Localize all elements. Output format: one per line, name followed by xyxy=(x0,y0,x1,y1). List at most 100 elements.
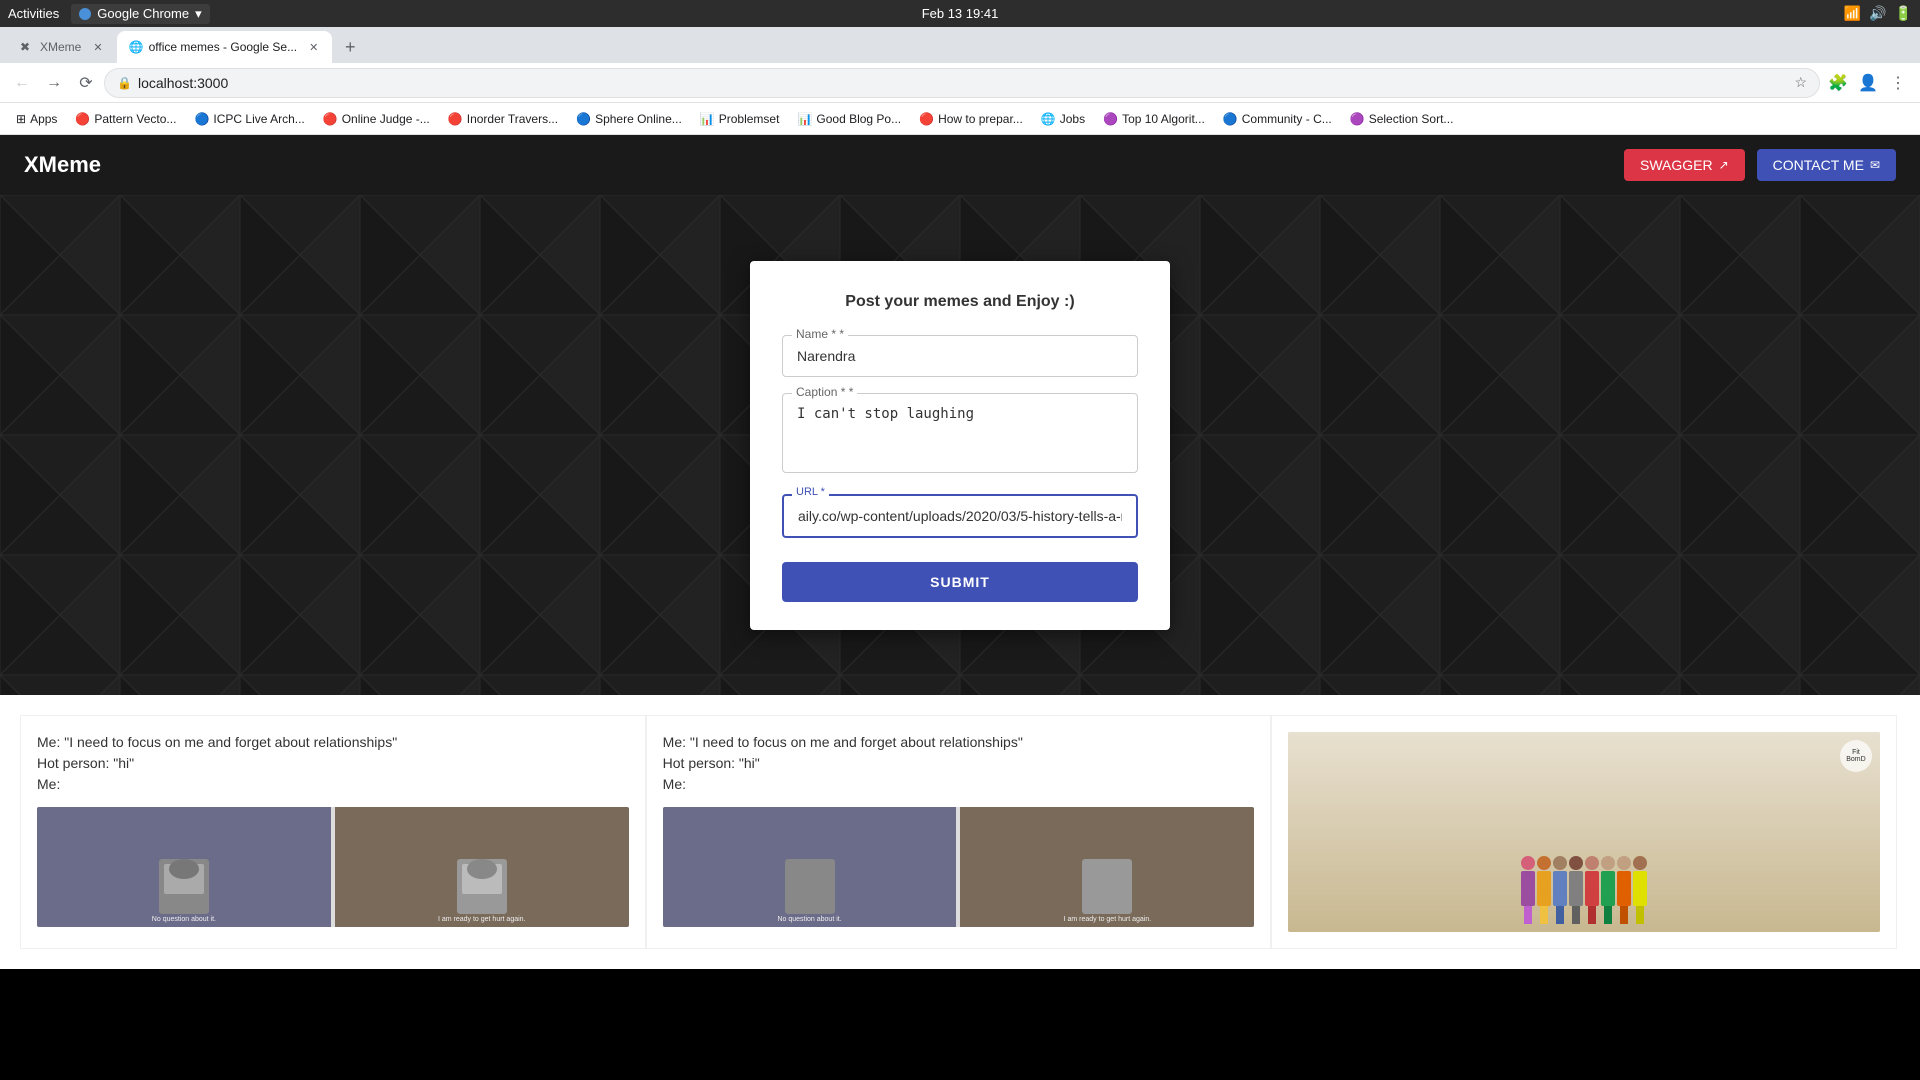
form-title: Post your memes and Enjoy :) xyxy=(782,293,1138,311)
tab-xmeme-title: XMeme xyxy=(40,40,81,54)
chrome-dot xyxy=(79,8,91,20)
bookmark-online-judge[interactable]: 🔴 Online Judge -... xyxy=(315,108,438,130)
meme-card: Me: "I need to focus on me and forget ab… xyxy=(646,715,1272,949)
bookmark-top10[interactable]: 🟣 Top 10 Algorit... xyxy=(1095,108,1213,130)
bookmark-selection-favicon: 🟣 xyxy=(1350,112,1365,126)
os-app-name: Google Chrome xyxy=(97,6,189,21)
os-activities[interactable]: Activities xyxy=(8,6,59,21)
caption-input[interactable]: I can't stop laughing xyxy=(782,393,1138,473)
url-label: URL * xyxy=(792,486,829,498)
bookmark-sphere-favicon: 🔵 xyxy=(576,112,591,126)
bookmark-goodblog[interactable]: 📊 Good Blog Po... xyxy=(789,108,909,130)
browser-tabs-bar: ✖ XMeme ✕ 🌐 office memes - Google Se... … xyxy=(0,27,1920,63)
bookmark-gb-favicon: 📊 xyxy=(797,112,812,126)
bookmark-community-label: Community - C... xyxy=(1242,112,1332,126)
memes-section: Me: "I need to focus on me and forget ab… xyxy=(0,695,1920,969)
network-icon: 📶 xyxy=(1844,5,1861,22)
new-tab-button[interactable]: + xyxy=(336,33,364,61)
bookmark-community[interactable]: 🔵 Community - C... xyxy=(1215,108,1340,130)
meme-text: Me: "I need to focus on me and forget ab… xyxy=(663,732,1255,795)
form-card: Post your memes and Enjoy :) Name * Capt… xyxy=(750,261,1170,630)
os-bar: Activities Google Chrome ▾ Feb 13 19:41 … xyxy=(0,0,1920,27)
volume-icon: 🔊 xyxy=(1869,5,1886,22)
bookmark-inorder-favicon: 🔴 xyxy=(448,112,463,126)
contact-button[interactable]: CONTACT ME ✉ xyxy=(1757,149,1896,181)
address-text: localhost:3000 xyxy=(138,75,1788,91)
name-field-group: Name * xyxy=(782,335,1138,377)
submit-button[interactable]: SUBMIT xyxy=(782,562,1138,602)
swagger-button[interactable]: SWAGGER ↗ xyxy=(1624,149,1745,181)
forward-button[interactable]: → xyxy=(40,69,68,97)
bookmark-sphere[interactable]: 🔵 Sphere Online... xyxy=(568,108,690,130)
lock-icon: 🔒 xyxy=(117,76,132,90)
app-logo[interactable]: XMeme xyxy=(24,152,101,178)
tab-xmeme-close[interactable]: ✕ xyxy=(91,39,104,56)
extensions-button[interactable]: 🧩 xyxy=(1824,69,1852,97)
bookmark-apps[interactable]: ⊞ Apps xyxy=(8,108,65,130)
bookmark-ps-label: Problemset xyxy=(719,112,780,126)
browser-toolbar: ← → ⟳ 🔒 localhost:3000 ☆ 🧩 👤 ⋮ xyxy=(0,63,1920,103)
os-datetime: Feb 13 19:41 xyxy=(922,6,999,21)
meme-image: Fit BomD xyxy=(1288,732,1880,932)
header-buttons: SWAGGER ↗ CONTACT ME ✉ xyxy=(1624,149,1896,181)
bookmark-oj-label: Online Judge -... xyxy=(342,112,430,126)
bookmark-howto[interactable]: 🔴 How to prepar... xyxy=(911,108,1031,130)
bookmark-howto-favicon: 🔴 xyxy=(919,112,934,126)
email-icon: ✉ xyxy=(1870,158,1880,172)
bookmark-selection-label: Selection Sort... xyxy=(1369,112,1454,126)
reload-button[interactable]: ⟳ xyxy=(72,69,100,97)
meme-text: Me: "I need to focus on me and forget ab… xyxy=(37,732,629,795)
os-status-icons: 📶 🔊 🔋 xyxy=(1844,5,1912,22)
bookmark-inorder[interactable]: 🔴 Inorder Travers... xyxy=(440,108,566,130)
bookmark-oj-favicon: 🔴 xyxy=(323,112,338,126)
main-bg-section: Post your memes and Enjoy :) Name * Capt… xyxy=(0,195,1920,695)
profile-button[interactable]: 👤 xyxy=(1854,69,1882,97)
bookmark-top10-favicon: 🟣 xyxy=(1103,112,1118,126)
tab-google-title: office memes - Google Se... xyxy=(149,40,298,54)
address-bar[interactable]: 🔒 localhost:3000 ☆ xyxy=(104,68,1820,98)
meme-image: No question about it. I am ready to get … xyxy=(37,807,629,927)
tab-google-favicon: 🌐 xyxy=(129,40,143,54)
caption-field-group: Caption * I can't stop laughing xyxy=(782,393,1138,478)
bookmark-sphere-label: Sphere Online... xyxy=(595,112,682,126)
bookmark-pattern[interactable]: 🔴 Pattern Vecto... xyxy=(67,108,184,130)
bookmark-pattern-favicon: 🔴 xyxy=(75,112,90,126)
tab-xmeme[interactable]: ✖ XMeme ✕ xyxy=(8,31,117,63)
menu-button[interactable]: ⋮ xyxy=(1884,69,1912,97)
bookmark-top10-label: Top 10 Algorit... xyxy=(1122,112,1205,126)
bookmark-selection[interactable]: 🟣 Selection Sort... xyxy=(1342,108,1462,130)
bookmarks-bar: ⊞ Apps 🔴 Pattern Vecto... 🔵 ICPC Live Ar… xyxy=(0,103,1920,135)
os-dropdown-icon: ▾ xyxy=(195,6,202,22)
meme-card: Me: "I need to focus on me and forget ab… xyxy=(20,715,646,949)
name-input[interactable] xyxy=(782,335,1138,377)
bookmark-icpc[interactable]: 🔵 ICPC Live Arch... xyxy=(186,108,312,130)
back-button[interactable]: ← xyxy=(8,69,36,97)
bookmark-community-favicon: 🔵 xyxy=(1223,112,1238,126)
bookmark-apps-label: Apps xyxy=(30,112,57,126)
meme-image: No question about it. I am ready to get … xyxy=(663,807,1255,927)
bookmark-gb-label: Good Blog Po... xyxy=(816,112,901,126)
url-field-group: URL * xyxy=(782,494,1138,538)
tab-google-close[interactable]: ✕ xyxy=(307,39,320,56)
bookmark-ps-favicon: 📊 xyxy=(700,112,715,126)
tab-xmeme-favicon: ✖ xyxy=(20,40,34,54)
os-chrome-tab-indicator: Google Chrome ▾ xyxy=(71,4,209,24)
app-header: XMeme SWAGGER ↗ CONTACT ME ✉ xyxy=(0,135,1920,195)
url-input[interactable] xyxy=(782,494,1138,538)
bookmark-problemset[interactable]: 📊 Problemset xyxy=(692,108,788,130)
bookmark-pattern-label: Pattern Vecto... xyxy=(94,112,176,126)
tab-google[interactable]: 🌐 office memes - Google Se... ✕ xyxy=(117,31,333,63)
name-label: Name * xyxy=(792,327,848,341)
watermark-badge: Fit BomD xyxy=(1840,740,1872,772)
bookmark-inorder-label: Inorder Travers... xyxy=(467,112,558,126)
bookmark-jobs-label: Jobs xyxy=(1060,112,1085,126)
bookmark-star-icon[interactable]: ☆ xyxy=(1794,74,1807,91)
toolbar-right-icons: 🧩 👤 ⋮ xyxy=(1824,69,1912,97)
os-bar-left: Activities Google Chrome ▾ xyxy=(8,4,210,24)
swagger-label: SWAGGER xyxy=(1640,157,1713,173)
page-wrapper: XMeme SWAGGER ↗ CONTACT ME ✉ xyxy=(0,135,1920,1080)
battery-icon: 🔋 xyxy=(1895,5,1912,22)
bookmark-jobs[interactable]: 🌐 Jobs xyxy=(1033,108,1093,130)
apps-icon: ⊞ xyxy=(16,112,26,126)
caption-label: Caption * xyxy=(792,385,857,399)
